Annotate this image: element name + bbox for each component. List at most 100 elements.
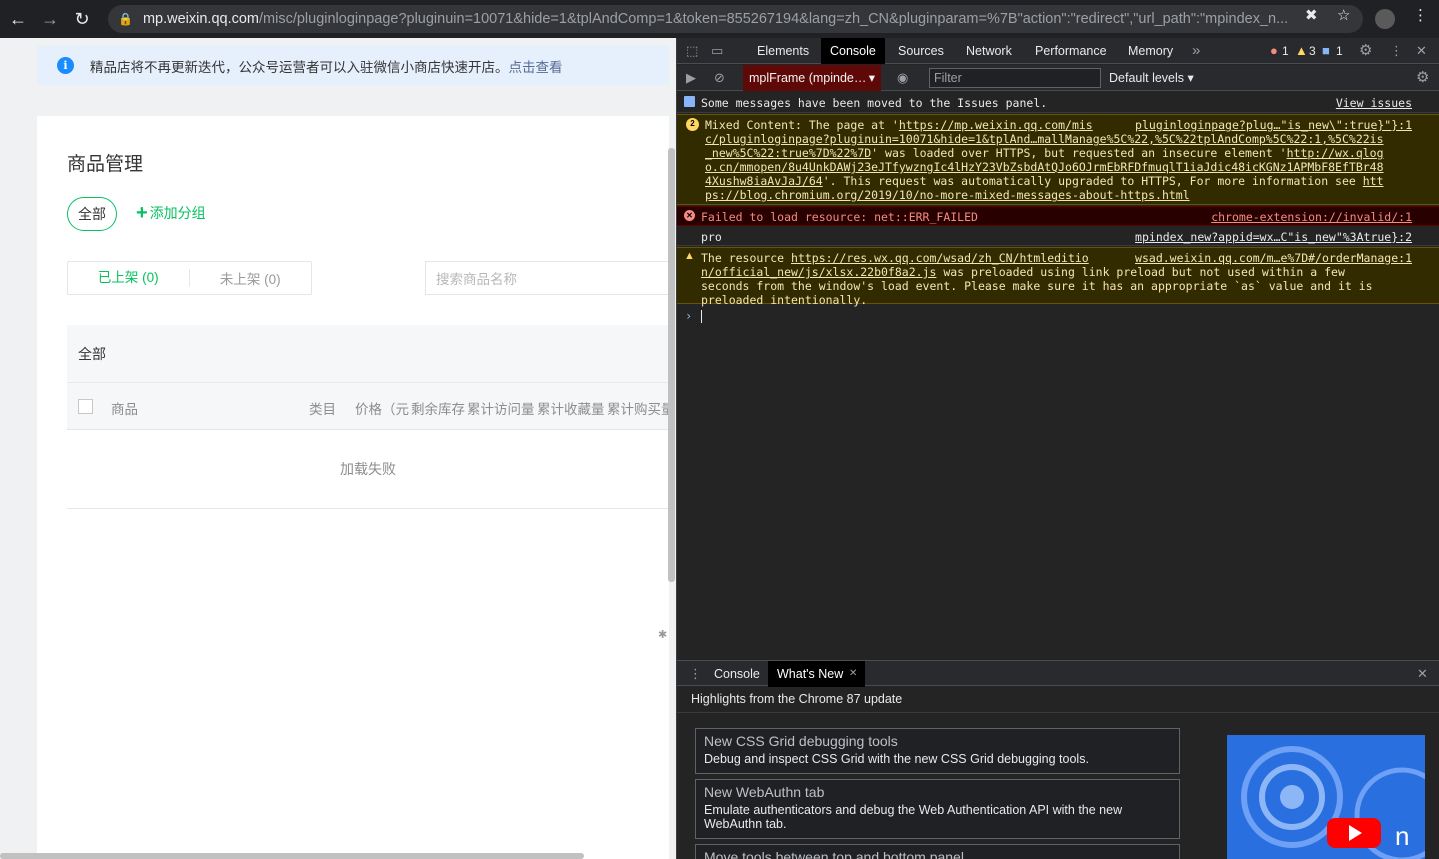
vertical-scrollbar[interactable] (668, 148, 675, 582)
address-bar[interactable]: 🔒 mp.weixin.qq.com /misc/pluginloginpage… (108, 5, 1363, 33)
warning-count-icon[interactable]: ▲ (1295, 38, 1308, 64)
device-toolbar-icon[interactable]: ▭ (711, 38, 723, 64)
tab-elements[interactable]: Elements (748, 38, 818, 64)
message-link[interactable]: htt (1363, 174, 1384, 188)
message-link[interactable]: _new%5C%22:true%7D%22%7D (705, 146, 871, 160)
tab-sources[interactable]: Sources (889, 38, 953, 64)
lock-icon: 🔒 (118, 12, 133, 26)
message-link[interactable]: 4Xushw8iaAvJaJ/64 (705, 174, 823, 188)
log-levels-dropdown[interactable]: Default levels ▾ (1109, 65, 1194, 91)
settings-gear-icon[interactable]: ⚙ (1359, 38, 1372, 64)
tab-memory[interactable]: Memory (1119, 38, 1182, 64)
message-link[interactable]: n/official_new/js/xlsx.22b0f8a2.js (701, 265, 936, 279)
column-category: 类目 (309, 402, 336, 417)
close-devtools-icon[interactable]: ✕ (1416, 38, 1427, 64)
context-label: mplFrame (mpinde… (749, 71, 867, 85)
page-title: 商品管理 (67, 154, 144, 175)
whats-new-card[interactable]: New WebAuthn tab Emulate authenticators … (695, 779, 1180, 839)
card-description: Emulate authenticators and debug the Web… (704, 803, 1123, 831)
message-text: The resource https://res.wx.qq.com/wsad/… (701, 251, 1089, 265)
tab-on-shelf[interactable]: 已上架 (0) (68, 269, 190, 287)
devtools-tabbar: ⬚ ▭ Elements Console Sources Network Per… (677, 38, 1439, 64)
column-product: 商品 (111, 402, 138, 417)
context-selector[interactable]: mplFrame (mpinde… ▾ (743, 65, 881, 91)
video-thumbnail[interactable]: n (1227, 735, 1425, 859)
info-count: 1 (1336, 44, 1343, 58)
card-description: Debug and inspect CSS Grid with the new … (704, 752, 1089, 766)
message-link[interactable]: http://wx.qlog (1287, 146, 1384, 160)
info-count-icon[interactable]: ■ (1322, 38, 1330, 64)
table-column-header: 商品 类目 价格（元 剩余库存 累计访问量 累计收藏量 累计购买量 (67, 382, 675, 430)
notice-link[interactable]: 点击查看 (509, 56, 563, 76)
tab-performance[interactable]: Performance (1026, 38, 1116, 64)
console-message-info: Some messages have been moved to the Iss… (677, 93, 1439, 113)
warning-count: 3 (1309, 44, 1316, 58)
puzzle-icon: ✱ (658, 629, 668, 641)
message-text: Failed to load resource: net::ERR_FAILED (701, 210, 978, 224)
chrome-logo-graphic: n (1227, 735, 1425, 859)
drawer-tab-console[interactable]: Console (705, 661, 769, 687)
tab-off-shelf[interactable]: 未上架 (0) (190, 268, 312, 288)
console-message-error: ✕ Failed to load resource: net::ERR_FAIL… (677, 206, 1439, 226)
message-source-link[interactable]: chrome-extension://invalid/:1 (1211, 210, 1412, 224)
console-toolbar: ▶ ⊘ mplFrame (mpinde… ▾ ◉ Filter Default… (677, 65, 1439, 91)
message-link[interactable]: ps://blog.chromium.org/2019/10/no-more-m… (705, 188, 1190, 202)
menu-kebab-icon[interactable]: ⋮ (1413, 6, 1428, 24)
message-source-link[interactable]: wsad.weixin.qq.com/m…e%7D#/orderManage:1 (1135, 251, 1412, 265)
whats-new-card[interactable]: New CSS Grid debugging tools Debug and i… (695, 728, 1180, 774)
warning-icon: ▲ (684, 250, 695, 262)
search-input[interactable]: 搜索商品名称 (425, 261, 675, 295)
close-tab-icon[interactable]: ✕ (849, 661, 857, 687)
more-tabs-icon[interactable]: » (1192, 38, 1200, 64)
column-purchases: 累计购买量 (607, 402, 675, 417)
message-text: pro (701, 230, 722, 244)
extension-icon[interactable]: ✖ (1305, 6, 1318, 24)
message-link[interactable]: c/pluginloginpage?pluginuin=10071&hide=1… (705, 132, 1384, 146)
status-segment: 已上架 (0) 未上架 (0) (67, 261, 312, 295)
horizontal-scrollbar[interactable] (0, 853, 584, 859)
warning-count-badge: 2 (686, 118, 699, 131)
devtools-menu-icon[interactable]: ⋮ (1390, 38, 1403, 64)
bookmark-star-icon[interactable]: ☆ (1337, 6, 1350, 24)
chevron-down-icon: ▾ (868, 71, 875, 85)
column-visits: 累计访问量 (467, 402, 535, 417)
profile-avatar[interactable] (1375, 9, 1395, 29)
column-favorites: 累计收藏量 (537, 402, 605, 417)
message-link[interactable]: https://mp.weixin.qq.com/mis (899, 118, 1093, 132)
live-expression-eye-icon[interactable]: ◉ (897, 65, 908, 91)
message-text: Some messages have been moved to the Iss… (701, 96, 1048, 110)
message-text: preloaded intentionally. (701, 293, 868, 307)
select-all-checkbox[interactable] (78, 399, 93, 414)
error-count-icon[interactable]: ● (1270, 38, 1278, 64)
message-source-link[interactable]: pluginloginpage?plug…"is_new\":true}"}:1 (1135, 118, 1412, 132)
drawer-menu-icon[interactable]: ⋮ (689, 661, 702, 687)
info-icon: i (57, 57, 74, 74)
sidebar-toggle-icon[interactable]: ▶ (686, 65, 696, 91)
message-text: was preloaded using link preload but not… (936, 265, 1345, 279)
add-group-button[interactable]: + 添加分组 (136, 203, 206, 223)
filter-input[interactable]: Filter (929, 68, 1101, 88)
close-drawer-icon[interactable]: ✕ (1417, 661, 1428, 687)
group-all-button[interactable]: 全部 (67, 197, 117, 231)
console-message-log: pro mpindex_new?appid=wx…C"is_new"%3Atru… (677, 227, 1439, 246)
inspect-element-icon[interactable]: ⬚ (686, 38, 698, 64)
card-title: New WebAuthn tab (704, 784, 825, 800)
forward-icon[interactable]: → (36, 5, 64, 33)
console-input[interactable] (701, 310, 702, 323)
notice-banner: i 精品店将不再更新迭代，公众号运营者可以入驻微信小商店快速开店。 点击查看 (37, 46, 669, 85)
url-path: /misc/pluginloginpage?pluginuin=10071&hi… (259, 11, 1289, 27)
error-icon: ✕ (684, 210, 695, 221)
message-source-link[interactable]: mpindex_new?appid=wx…C"is_new"%3Atrue}:2 (1135, 230, 1412, 244)
tab-console[interactable]: Console (821, 38, 885, 64)
tab-network[interactable]: Network (957, 38, 1021, 64)
message-text: ' was loaded over HTTPS, but requested a… (871, 146, 1287, 160)
back-icon[interactable]: ← (4, 5, 32, 33)
message-link[interactable]: o.cn/mmopen/8u4UnkDAWj23eJTfywzngIc4lHzY… (705, 160, 1384, 174)
view-issues-link[interactable]: View issues (1336, 96, 1412, 110)
reload-icon[interactable]: ↻ (68, 5, 96, 33)
message-link[interactable]: https://res.wx.qq.com/wsad/zh_CN/htmledi… (791, 251, 1089, 265)
console-settings-gear-icon[interactable]: ⚙ (1416, 65, 1429, 91)
whats-new-card[interactable]: Move tools between top and bottom panel (695, 844, 1180, 859)
clear-console-icon[interactable]: ⊘ (714, 65, 725, 91)
card-title: New CSS Grid debugging tools (704, 733, 898, 749)
